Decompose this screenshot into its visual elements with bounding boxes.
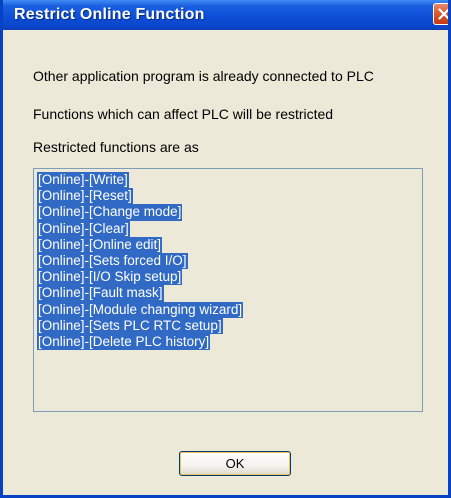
message-connected: Other application program is already con… xyxy=(33,68,374,84)
message-restricted: Functions which can affect PLC will be r… xyxy=(33,106,334,122)
dialog-title: Restrict Online Function xyxy=(14,6,205,23)
ok-button[interactable]: OK xyxy=(179,451,291,476)
message-list-heading: Restricted functions are as xyxy=(33,139,199,155)
close-icon xyxy=(438,8,448,20)
list-item[interactable]: [Online]-[Online edit] xyxy=(37,236,163,253)
list-item[interactable]: [Online]-[Sets forced I/O] xyxy=(37,252,188,270)
restricted-functions-list[interactable]: [Online]-[Write] [Online]-[Reset] [Onlin… xyxy=(33,168,423,412)
title-bar[interactable]: Restrict Online Function xyxy=(3,0,448,30)
list-item[interactable]: [Online]-[Delete PLC history] xyxy=(37,333,211,351)
list-item[interactable]: [Online]-[Fault mask] xyxy=(37,285,164,302)
list-item[interactable]: [Online]-[Sets PLC RTC setup] xyxy=(37,317,223,334)
close-button[interactable] xyxy=(433,3,448,25)
restrict-online-function-dialog: Restrict Online Function Other applicati… xyxy=(0,0,451,498)
list-item[interactable]: [Online]-[Module changing wizard] xyxy=(37,301,244,318)
list-item[interactable]: [Online]-[I/O Skip setup] xyxy=(37,269,183,286)
list-item[interactable]: [Online]-[Change mode] xyxy=(37,204,183,221)
list-item[interactable]: [Online]-[Write] xyxy=(37,172,129,189)
list-item[interactable]: [Online]-[Reset] xyxy=(37,188,133,205)
list-item[interactable]: [Online]-[Clear] xyxy=(37,220,130,237)
